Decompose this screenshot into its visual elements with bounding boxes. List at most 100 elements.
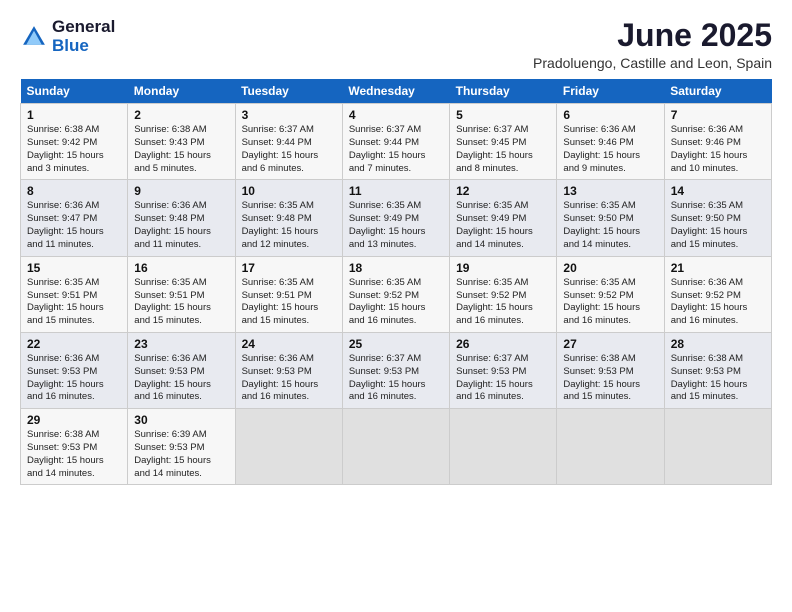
- day-info: Sunrise: 6:36 AMSunset: 9:52 PMDaylight:…: [671, 277, 765, 328]
- day-cell: 22 Sunrise: 6:36 AMSunset: 9:53 PMDayligh…: [21, 332, 128, 408]
- day-cell: 15 Sunrise: 6:35 AMSunset: 9:51 PMDayligh…: [21, 256, 128, 332]
- day-info: Sunrise: 6:37 AMSunset: 9:45 PMDaylight:…: [456, 124, 550, 175]
- calendar-thead: SundayMondayTuesdayWednesdayThursdayFrid…: [21, 79, 772, 104]
- day-cell: 11 Sunrise: 6:35 AMSunset: 9:49 PMDayligh…: [342, 180, 449, 256]
- day-number: 5: [456, 108, 550, 122]
- calendar-table: SundayMondayTuesdayWednesdayThursdayFrid…: [20, 79, 772, 485]
- header-sunday: Sunday: [21, 79, 128, 104]
- day-number: 24: [242, 337, 336, 351]
- day-number: 2: [134, 108, 228, 122]
- day-cell: 6Sunrise: 6:36 AMSunset: 9:46 PMDaylight…: [557, 104, 664, 180]
- day-info: Sunrise: 6:36 AMSunset: 9:53 PMDaylight:…: [242, 353, 336, 404]
- day-cell: [450, 409, 557, 485]
- day-cell: [557, 409, 664, 485]
- header-thursday: Thursday: [450, 79, 557, 104]
- calendar-title: June 2025: [533, 18, 772, 53]
- day-info: Sunrise: 6:36 AMSunset: 9:46 PMDaylight:…: [671, 124, 765, 175]
- day-cell: 18Sunrise: 6:35 AMSunset: 9:52 PMDayligh…: [342, 256, 449, 332]
- day-number: 9: [134, 184, 228, 198]
- day-number: 3: [242, 108, 336, 122]
- logo-general: General: [52, 18, 115, 37]
- header-monday: Monday: [128, 79, 235, 104]
- day-cell: 24 Sunrise: 6:36 AMSunset: 9:53 PMDayligh…: [235, 332, 342, 408]
- day-number: 7: [671, 108, 765, 122]
- day-cell: 8Sunrise: 6:36 AMSunset: 9:47 PMDaylight…: [21, 180, 128, 256]
- day-cell: 30Sunrise: 6:39 AMSunset: 9:53 PMDayligh…: [128, 409, 235, 485]
- day-info: Sunrise: 6:37 AMSunset: 9:44 PMDaylight:…: [242, 124, 336, 175]
- logo-icon: [20, 23, 48, 51]
- day-cell: [664, 409, 771, 485]
- day-number: 27: [563, 337, 657, 351]
- day-cell: 4Sunrise: 6:37 AMSunset: 9:44 PMDaylight…: [342, 104, 449, 180]
- logo-text: General Blue: [52, 18, 115, 55]
- day-info: Sunrise: 6:35 AMSunset: 9:49 PMDaylight:…: [349, 200, 443, 251]
- day-number: 28: [671, 337, 765, 351]
- day-info: Sunrise: 6:38 AMSunset: 9:53 PMDaylight:…: [27, 429, 121, 480]
- day-cell: 28 Sunrise: 6:38 AMSunset: 9:53 PMDayligh…: [664, 332, 771, 408]
- logo-blue: Blue: [52, 37, 115, 56]
- day-number: 26: [456, 337, 550, 351]
- day-info: Sunrise: 6:38 AMSunset: 9:42 PMDaylight:…: [27, 124, 121, 175]
- day-number: 17: [242, 261, 336, 275]
- day-number: 10: [242, 184, 336, 198]
- day-number: 29: [27, 413, 121, 427]
- calendar-page: General Blue June 2025 Pradoluengo, Cast…: [0, 0, 792, 612]
- calendar-subtitle: Pradoluengo, Castille and Leon, Spain: [533, 55, 772, 71]
- day-info: Sunrise: 6:36 AMSunset: 9:47 PMDaylight:…: [27, 200, 121, 251]
- day-number: 14: [671, 184, 765, 198]
- day-info: Sunrise: 6:38 AMSunset: 9:53 PMDaylight:…: [563, 353, 657, 404]
- day-info: Sunrise: 6:35 AMSunset: 9:48 PMDaylight:…: [242, 200, 336, 251]
- day-number: 15: [27, 261, 121, 275]
- day-info: Sunrise: 6:37 AMSunset: 9:53 PMDaylight:…: [456, 353, 550, 404]
- header-friday: Friday: [557, 79, 664, 104]
- header-saturday: Saturday: [664, 79, 771, 104]
- day-cell: 17 Sunrise: 6:35 AMSunset: 9:51 PMDayligh…: [235, 256, 342, 332]
- day-cell: 2 Sunrise: 6:38 AMSunset: 9:43 PMDaylight…: [128, 104, 235, 180]
- day-info: Sunrise: 6:36 AMSunset: 9:53 PMDaylight:…: [27, 353, 121, 404]
- day-info: Sunrise: 6:35 AMSunset: 9:51 PMDaylight:…: [242, 277, 336, 328]
- day-number: 12: [456, 184, 550, 198]
- day-cell: 14 Sunrise: 6:35 AMSunset: 9:50 PMDayligh…: [664, 180, 771, 256]
- day-number: 20: [563, 261, 657, 275]
- day-cell: 20 Sunrise: 6:35 AMSunset: 9:52 PMDayligh…: [557, 256, 664, 332]
- day-cell: [235, 409, 342, 485]
- week-row-3: 22 Sunrise: 6:36 AMSunset: 9:53 PMDayligh…: [21, 332, 772, 408]
- header-row-days: SundayMondayTuesdayWednesdayThursdayFrid…: [21, 79, 772, 104]
- day-cell: [342, 409, 449, 485]
- day-cell: 25Sunrise: 6:37 AMSunset: 9:53 PMDayligh…: [342, 332, 449, 408]
- day-info: Sunrise: 6:35 AMSunset: 9:51 PMDaylight:…: [27, 277, 121, 328]
- day-info: Sunrise: 6:36 AMSunset: 9:53 PMDaylight:…: [134, 353, 228, 404]
- header-wednesday: Wednesday: [342, 79, 449, 104]
- day-info: Sunrise: 6:35 AMSunset: 9:52 PMDaylight:…: [563, 277, 657, 328]
- week-row-2: 15 Sunrise: 6:35 AMSunset: 9:51 PMDayligh…: [21, 256, 772, 332]
- day-cell: 19Sunrise: 6:35 AMSunset: 9:52 PMDayligh…: [450, 256, 557, 332]
- day-cell: 27 Sunrise: 6:38 AMSunset: 9:53 PMDayligh…: [557, 332, 664, 408]
- day-info: Sunrise: 6:38 AMSunset: 9:43 PMDaylight:…: [134, 124, 228, 175]
- day-info: Sunrise: 6:35 AMSunset: 9:50 PMDaylight:…: [671, 200, 765, 251]
- day-info: Sunrise: 6:37 AMSunset: 9:44 PMDaylight:…: [349, 124, 443, 175]
- day-cell: 1 Sunrise: 6:38 AMSunset: 9:42 PMDaylight…: [21, 104, 128, 180]
- calendar-body: 1 Sunrise: 6:38 AMSunset: 9:42 PMDaylight…: [21, 104, 772, 485]
- day-number: 11: [349, 184, 443, 198]
- day-info: Sunrise: 6:39 AMSunset: 9:53 PMDaylight:…: [134, 429, 228, 480]
- day-cell: 29 Sunrise: 6:38 AMSunset: 9:53 PMDayligh…: [21, 409, 128, 485]
- day-info: Sunrise: 6:37 AMSunset: 9:53 PMDaylight:…: [349, 353, 443, 404]
- day-info: Sunrise: 6:36 AMSunset: 9:48 PMDaylight:…: [134, 200, 228, 251]
- day-info: Sunrise: 6:35 AMSunset: 9:52 PMDaylight:…: [349, 277, 443, 328]
- day-number: 1: [27, 108, 121, 122]
- day-info: Sunrise: 6:35 AMSunset: 9:51 PMDaylight:…: [134, 277, 228, 328]
- day-cell: 7 Sunrise: 6:36 AMSunset: 9:46 PMDaylight…: [664, 104, 771, 180]
- day-info: Sunrise: 6:35 AMSunset: 9:49 PMDaylight:…: [456, 200, 550, 251]
- header-row: General Blue June 2025 Pradoluengo, Cast…: [20, 18, 772, 71]
- day-cell: 13Sunrise: 6:35 AMSunset: 9:50 PMDayligh…: [557, 180, 664, 256]
- day-cell: 9 Sunrise: 6:36 AMSunset: 9:48 PMDaylight…: [128, 180, 235, 256]
- day-cell: 16Sunrise: 6:35 AMSunset: 9:51 PMDayligh…: [128, 256, 235, 332]
- day-number: 6: [563, 108, 657, 122]
- day-number: 22: [27, 337, 121, 351]
- day-cell: 23 Sunrise: 6:36 AMSunset: 9:53 PMDayligh…: [128, 332, 235, 408]
- day-number: 23: [134, 337, 228, 351]
- week-row-0: 1 Sunrise: 6:38 AMSunset: 9:42 PMDaylight…: [21, 104, 772, 180]
- day-info: Sunrise: 6:38 AMSunset: 9:53 PMDaylight:…: [671, 353, 765, 404]
- day-number: 13: [563, 184, 657, 198]
- header-tuesday: Tuesday: [235, 79, 342, 104]
